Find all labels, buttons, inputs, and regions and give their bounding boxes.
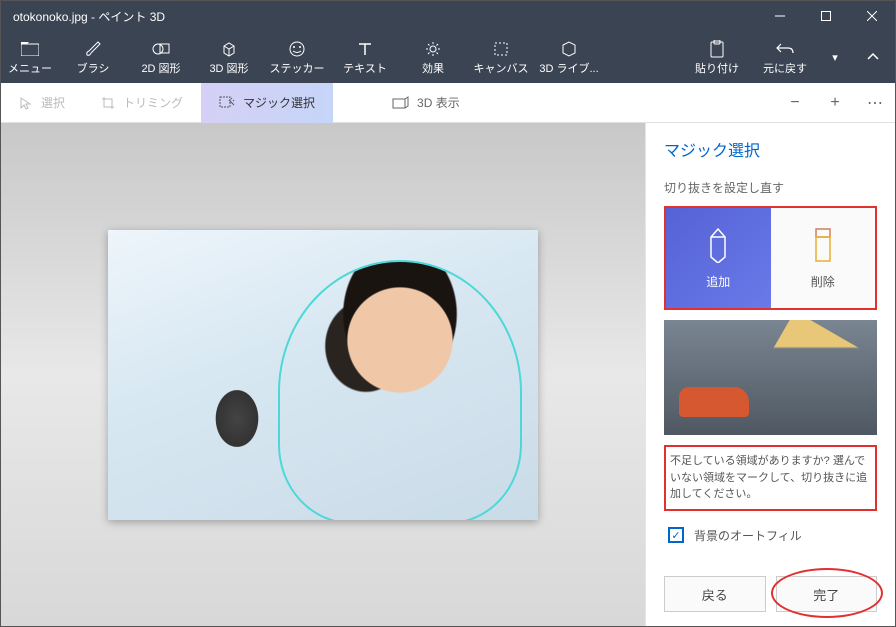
done-button[interactable]: 完了 <box>776 576 878 612</box>
refine-tools: 追加 削除 <box>664 206 877 310</box>
2d-shapes-button[interactable]: 2D 図形 <box>127 31 195 83</box>
zoom-out[interactable]: − <box>775 83 815 123</box>
sticker-icon <box>288 38 306 60</box>
title-bar: otokonoko.jpg - ペイント 3D <box>1 1 895 31</box>
2d-shapes-icon <box>152 38 170 60</box>
panel-title: マジック選択 <box>664 137 877 161</box>
ribbon: メニュー ブラシ 2D 図形 3D 図形 ステッカー テキスト 効果 キャンバ <box>1 31 895 83</box>
collapse-ribbon[interactable] <box>851 31 895 83</box>
more-options[interactable]: ⋯ <box>855 83 895 123</box>
sticker-button[interactable]: ステッカー <box>263 31 331 83</box>
minimize-button[interactable] <box>757 1 803 31</box>
magic-icon <box>219 96 235 110</box>
add-region-button[interactable]: 追加 <box>666 208 771 308</box>
menu-button[interactable]: メニュー <box>1 31 59 83</box>
3d-library-button[interactable]: 3D ライブ... <box>535 31 603 83</box>
image-with-selection[interactable] <box>108 230 538 520</box>
text-icon <box>356 38 374 60</box>
check-icon: ✓ <box>668 527 684 543</box>
tutorial-preview <box>664 320 877 435</box>
pencil-add-icon <box>703 227 733 263</box>
effects-icon <box>424 38 442 60</box>
close-button[interactable] <box>849 1 895 31</box>
autofill-checkbox[interactable]: ✓ 背景のオートフィル <box>664 521 877 556</box>
folder-icon <box>21 38 39 60</box>
brush-button[interactable]: ブラシ <box>59 31 127 83</box>
library-icon <box>560 38 578 60</box>
effects-button[interactable]: 効果 <box>399 31 467 83</box>
canvas-button[interactable]: キャンバス <box>467 31 535 83</box>
select-tool[interactable]: 選択 <box>1 83 83 123</box>
canvas-icon <box>492 38 510 60</box>
back-button[interactable]: 戻る <box>664 576 766 612</box>
history-dropdown[interactable]: ▾ <box>819 31 851 83</box>
window-title: otokonoko.jpg - ペイント 3D <box>13 8 757 25</box>
cube-icon <box>220 38 238 60</box>
paste-button[interactable]: 貼り付け <box>683 31 751 83</box>
zoom-in[interactable]: + <box>815 83 855 123</box>
toolbar: 選択 トリミング マジック選択 3D 表示 − + ⋯ <box>1 83 895 123</box>
magic-select-panel: マジック選択 切り抜きを設定し直す 追加 削除 不足している領域がありますか? … <box>645 123 895 626</box>
crop-icon <box>101 96 115 110</box>
panel-subtitle: 切り抜きを設定し直す <box>664 179 877 196</box>
crop-tool[interactable]: トリミング <box>83 83 201 123</box>
eraser-icon <box>812 227 834 263</box>
maximize-button[interactable] <box>803 1 849 31</box>
canvas-area[interactable] <box>1 123 645 626</box>
undo-icon <box>776 38 794 60</box>
magic-select-tool[interactable]: マジック選択 <box>201 83 333 123</box>
3d-view-tool[interactable]: 3D 表示 <box>373 83 478 123</box>
cursor-icon <box>19 96 33 110</box>
3d-shapes-button[interactable]: 3D 図形 <box>195 31 263 83</box>
text-button[interactable]: テキスト <box>331 31 399 83</box>
undo-button[interactable]: 元に戻す <box>751 31 819 83</box>
hint-text: 不足している領域がありますか? 選んでいない領域をマークして、切り抜きに追加して… <box>664 445 877 511</box>
remove-region-button[interactable]: 削除 <box>771 208 876 308</box>
3d-view-icon <box>391 96 409 110</box>
paste-icon <box>709 38 725 60</box>
brush-icon <box>84 38 102 60</box>
